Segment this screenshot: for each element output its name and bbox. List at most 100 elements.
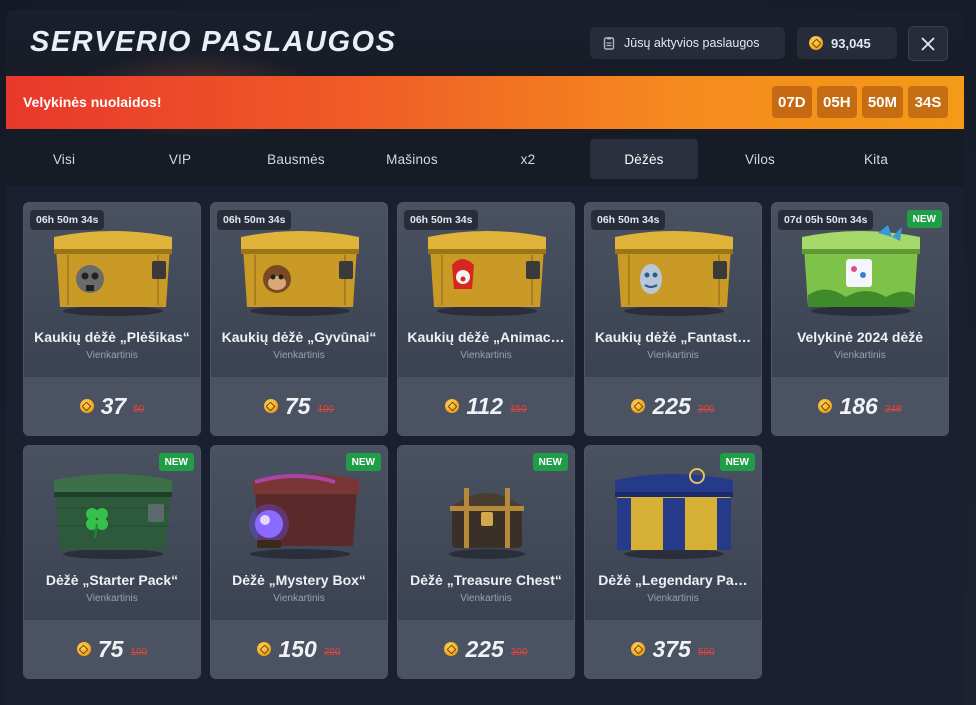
gold-case-fantasy-icon bbox=[615, 231, 733, 316]
coin-icon bbox=[631, 399, 646, 413]
product-card[interactable]: NEW Dėžė „Starter Pack“ Vienkartinis 75 … bbox=[23, 445, 201, 679]
old-price: 50 bbox=[133, 403, 145, 415]
product-card[interactable]: NEW Dėžė „Legendary Pa… Vienkartinis 375 bbox=[584, 445, 762, 679]
old-price: 300 bbox=[510, 646, 528, 658]
countdown-minutes: 50M bbox=[861, 86, 903, 118]
product-name: Dėžė „Mystery Box“ bbox=[232, 572, 366, 588]
tab-vip[interactable]: VIP bbox=[126, 139, 234, 179]
gold-case-monkey-icon bbox=[241, 231, 359, 316]
old-price: 300 bbox=[697, 403, 715, 415]
cards-area: 06h 50m 34s Kaukių dėžė „Plėšikas“ Vienk… bbox=[6, 186, 964, 705]
coin-icon bbox=[263, 399, 278, 413]
price: 37 bbox=[100, 392, 127, 419]
product-type: Vienkartinis bbox=[460, 593, 512, 604]
tab-penalties[interactable]: Bausmės bbox=[242, 139, 350, 179]
price-bar[interactable]: 112 150 bbox=[398, 377, 574, 435]
price-bar[interactable]: 186 248 bbox=[772, 377, 948, 435]
balance-button[interactable]: 93,045 bbox=[797, 27, 897, 59]
old-price: 200 bbox=[323, 646, 341, 658]
product-name: Kaukių dėžė „Gyvūnai“ bbox=[221, 329, 377, 345]
price: 225 bbox=[465, 635, 504, 662]
old-price: 100 bbox=[317, 403, 335, 415]
price: 75 bbox=[284, 392, 311, 419]
tab-x2[interactable]: x2 bbox=[474, 139, 582, 179]
old-price: 248 bbox=[884, 403, 902, 415]
old-price: 150 bbox=[509, 403, 527, 415]
treasure-chest-icon bbox=[449, 488, 525, 559]
tab-villas[interactable]: Vilos bbox=[706, 139, 814, 179]
price-bar[interactable]: 225 300 bbox=[398, 620, 574, 678]
close-icon bbox=[921, 36, 935, 51]
countdown-seconds: 34S bbox=[908, 86, 948, 118]
price-bar[interactable]: 75 100 bbox=[24, 620, 200, 678]
product-name: Dėžė „Treasure Chest“ bbox=[410, 572, 562, 588]
product-type: Vienkartinis bbox=[273, 350, 325, 361]
coin-icon bbox=[79, 399, 94, 413]
coin-icon bbox=[76, 642, 91, 656]
old-price: 500 bbox=[697, 646, 715, 658]
tab-other[interactable]: Kita bbox=[822, 139, 930, 179]
balance-value: 93,045 bbox=[831, 35, 871, 51]
easter-case-icon bbox=[802, 225, 920, 316]
product-card[interactable]: 06h 50m 34s Kaukių dėžė „Plėšikas“ Vienk… bbox=[23, 202, 201, 436]
promo-countdown: 07D 05H 50M 34S bbox=[771, 86, 948, 118]
price-bar[interactable]: 37 50 bbox=[24, 377, 200, 435]
green-clover-case-icon bbox=[54, 474, 172, 559]
tab-cars[interactable]: Mašinos bbox=[358, 139, 466, 179]
price: 150 bbox=[278, 635, 317, 662]
promo-banner: Velykinės nuolaidos! 07D 05H 50M 34S bbox=[6, 76, 964, 129]
product-type: Vienkartinis bbox=[460, 350, 512, 361]
coin-icon bbox=[631, 642, 646, 656]
price: 186 bbox=[839, 392, 878, 419]
mystery-case-icon bbox=[249, 474, 359, 559]
coin-icon bbox=[257, 642, 272, 656]
price: 375 bbox=[652, 635, 691, 662]
active-services-button[interactable]: Jūsų aktyvios paslaugos bbox=[590, 27, 785, 59]
product-name: Dėžė „Starter Pack“ bbox=[45, 572, 179, 588]
coin-icon bbox=[818, 399, 833, 413]
product-name: Kaukių dėžė „Plėšikas“ bbox=[34, 329, 190, 345]
active-services-label: Jūsų aktyvios paslaugos bbox=[624, 36, 760, 50]
coin-icon bbox=[809, 36, 823, 50]
product-card[interactable]: NEW Dėžė „Treasure Chest“ Vienkartinis 2… bbox=[397, 445, 575, 679]
price-bar[interactable]: 225 300 bbox=[585, 377, 761, 435]
product-name: Kaukių dėžė „Animac… bbox=[407, 329, 565, 345]
product-card[interactable]: 06h 50m 34s Kaukių dėžė „Animac… Vienkar… bbox=[397, 202, 575, 436]
price: 75 bbox=[97, 635, 124, 662]
coin-icon bbox=[444, 642, 459, 656]
promo-text: Velykinės nuolaidos! bbox=[23, 94, 162, 110]
coin-icon bbox=[445, 399, 460, 413]
legendary-case-icon bbox=[615, 468, 733, 559]
product-type: Vienkartinis bbox=[86, 593, 138, 604]
clipboard-icon bbox=[603, 37, 615, 50]
tab-all[interactable]: Visi bbox=[10, 139, 118, 179]
price-bar[interactable]: 375 500 bbox=[585, 620, 761, 678]
category-tabs: Visi VIP Bausmės Mašinos x2 Dėžės Vilos … bbox=[6, 134, 964, 184]
gold-case-skull-icon bbox=[54, 231, 172, 316]
product-card[interactable]: NEW Dėžė „Mystery Box“ Vienkartinis 150 bbox=[210, 445, 388, 679]
countdown-days: 07D bbox=[771, 86, 812, 118]
product-type: Vienkartinis bbox=[86, 350, 138, 361]
product-type: Vienkartinis bbox=[647, 593, 699, 604]
price-bar[interactable]: 150 200 bbox=[211, 620, 387, 678]
product-type: Vienkartinis bbox=[647, 350, 699, 361]
product-name: Kaukių dėžė „Fantast… bbox=[594, 329, 752, 345]
price: 225 bbox=[652, 392, 691, 419]
product-name: Dėžė „Legendary Pa… bbox=[598, 572, 748, 588]
page-title: SERVERIO PASLAUGOS bbox=[30, 26, 397, 58]
services-modal: SERVERIO PASLAUGOS Jūsų aktyvios paslaug… bbox=[6, 10, 964, 705]
close-button[interactable] bbox=[908, 26, 948, 61]
product-card[interactable]: 07d 05h 50m 34s NEW Velykinė 2024 dėžė V… bbox=[771, 202, 949, 436]
modal-header: SERVERIO PASLAUGOS Jūsų aktyvios paslaug… bbox=[6, 10, 964, 140]
old-price: 100 bbox=[130, 646, 148, 658]
gold-case-clown-icon bbox=[428, 231, 546, 316]
price-bar[interactable]: 75 100 bbox=[211, 377, 387, 435]
product-type: Vienkartinis bbox=[834, 350, 886, 361]
product-card[interactable]: 06h 50m 34s Kaukių dėžė „Gyvūnai“ Vienka… bbox=[210, 202, 388, 436]
price: 112 bbox=[466, 392, 503, 419]
tab-cases[interactable]: Dėžės bbox=[590, 139, 698, 179]
product-card[interactable]: 06h 50m 34s Kaukių dėžė „Fantast… Vienka… bbox=[584, 202, 762, 436]
countdown-hours: 05H bbox=[816, 86, 857, 118]
product-type: Vienkartinis bbox=[273, 593, 325, 604]
product-name: Velykinė 2024 dėžė bbox=[796, 329, 924, 345]
